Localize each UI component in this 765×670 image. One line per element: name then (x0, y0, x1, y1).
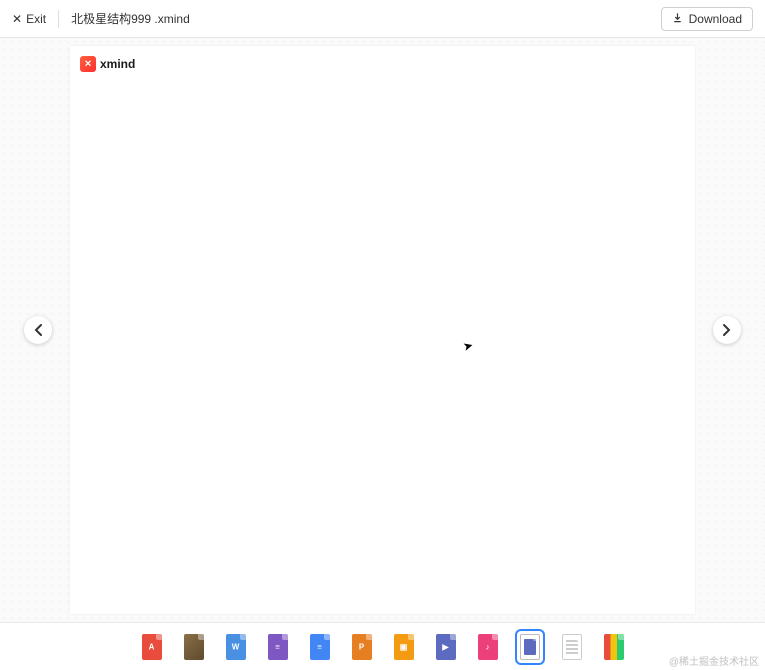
ppt-icon: P (352, 634, 372, 660)
exit-label: Exit (26, 12, 46, 26)
audio-icon: ♪ (478, 634, 498, 660)
word-icon: W (226, 634, 246, 660)
thumb-pptx[interactable]: ▣ (394, 634, 414, 660)
form-icon (520, 634, 540, 660)
document-canvas[interactable]: xmind ➤ (70, 46, 695, 614)
chevron-left-icon (33, 323, 43, 337)
download-label: Download (689, 12, 742, 26)
thumb-image[interactable] (184, 634, 204, 660)
watermark-text: @稀土掘金技术社区 (669, 653, 759, 668)
chevron-right-icon (722, 323, 732, 337)
thumb-blank[interactable] (562, 634, 582, 660)
thumb-rainbow[interactable] (604, 634, 624, 660)
doc-icon: ≡ (310, 634, 330, 660)
next-button[interactable] (713, 316, 741, 344)
xmind-icon (80, 56, 96, 72)
list-icon: ≡ (268, 634, 288, 660)
cursor-icon: ➤ (461, 338, 474, 354)
rainbow-icon (604, 634, 624, 660)
thumb-list[interactable]: ≡ (268, 634, 288, 660)
thumb-video[interactable]: ▶ (436, 634, 456, 660)
download-button[interactable]: Download (661, 7, 753, 31)
close-icon: ✕ (12, 13, 22, 25)
thumbnail-strip: A W ≡ ≡ P ▣ ▶ ♪ (0, 623, 765, 670)
thumb-ppt[interactable]: P (352, 634, 372, 660)
thumb-docx[interactable]: W (226, 634, 246, 660)
exit-button[interactable]: ✕ Exit (12, 12, 46, 26)
thumb-form[interactable] (520, 634, 540, 660)
prev-button[interactable] (24, 316, 52, 344)
viewer-area: xmind ➤ (0, 38, 765, 623)
image-icon (184, 634, 204, 660)
brand-text: xmind (100, 57, 135, 71)
filename-label: 北极星结构999 .xmind (71, 10, 190, 27)
thumb-audio[interactable]: ♪ (478, 634, 498, 660)
blank-doc-icon (562, 634, 582, 660)
pptx-icon: ▣ (394, 634, 414, 660)
header-bar: ✕ Exit 北极星结构999 .xmind Download (0, 0, 765, 38)
download-icon (672, 12, 683, 26)
header-divider (58, 10, 59, 28)
brand-badge: xmind (80, 56, 135, 72)
thumb-doc[interactable]: ≡ (310, 634, 330, 660)
pdf-icon: A (142, 634, 162, 660)
video-icon: ▶ (436, 634, 456, 660)
thumb-pdf[interactable]: A (142, 634, 162, 660)
